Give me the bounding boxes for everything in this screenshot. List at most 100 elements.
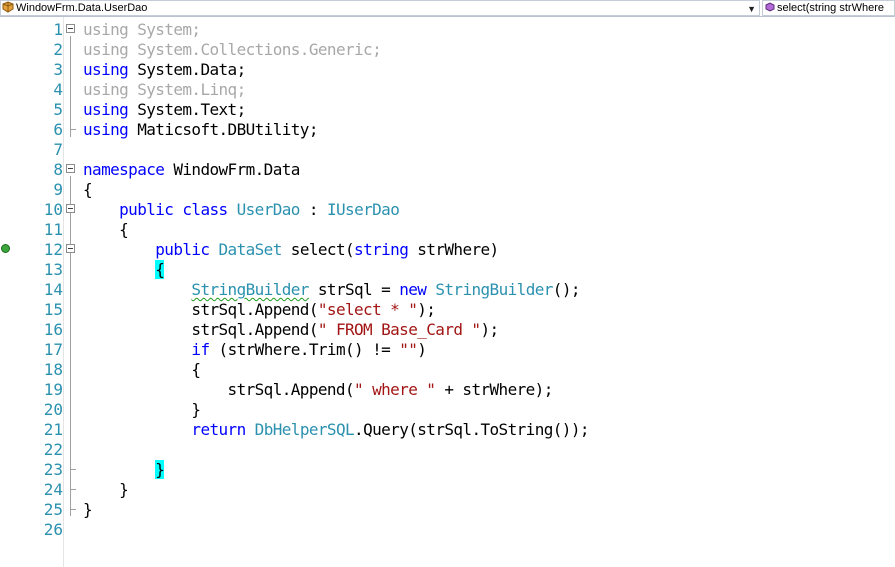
code-line-21: 21 return DbHelperSQL.Query(strSql.ToStr… bbox=[0, 420, 895, 440]
keyword-using: using bbox=[83, 120, 129, 139]
keyword-if: if bbox=[191, 340, 210, 359]
collapse-icon[interactable] bbox=[66, 164, 75, 173]
line-number: 6 bbox=[53, 120, 63, 139]
member-dropdown[interactable]: select(string strWhere bbox=[762, 0, 895, 16]
line-number: 26 bbox=[43, 520, 63, 539]
outline-tick bbox=[70, 489, 76, 490]
keyword-class: class bbox=[182, 200, 228, 219]
namespace-name: System; bbox=[137, 20, 201, 39]
code-editor[interactable]: 1 using System; 2 using System.Collectio… bbox=[0, 17, 895, 567]
code-text: using System.Linq; bbox=[83, 80, 246, 100]
parameter: strWhere) bbox=[417, 240, 499, 259]
call-end: ); bbox=[417, 300, 436, 319]
class-name: UserDao bbox=[236, 200, 301, 219]
namespace-name: WindowFrm.Data bbox=[173, 160, 300, 179]
namespace-name: System.Collections.Generic; bbox=[137, 40, 382, 59]
code-text: } bbox=[83, 500, 93, 520]
namespace-name: Maticsoft.DBUtility; bbox=[137, 120, 318, 139]
outline-end bbox=[70, 120, 76, 130]
code-text: public class UserDao : IUserDao bbox=[83, 200, 400, 220]
method-call: strSql.Append( bbox=[191, 300, 318, 319]
code-line-20: 20 } bbox=[0, 400, 895, 420]
code-line-2: 2 using System.Collections.Generic; bbox=[0, 40, 895, 60]
outline-tick bbox=[70, 469, 76, 470]
keyword-using: using bbox=[83, 40, 129, 59]
type-dbhelpersql: DbHelperSQL bbox=[254, 420, 355, 439]
collapse-icon[interactable] bbox=[66, 244, 75, 253]
code-line-9: 9 { bbox=[0, 180, 895, 200]
code-text: return DbHelperSQL.Query(strSql.ToString… bbox=[83, 420, 589, 440]
code-line-15: 15 strSql.Append("select * "); bbox=[0, 300, 895, 320]
code-line-10: 10 public class UserDao : IUserDao bbox=[0, 200, 895, 220]
call-end: ); bbox=[480, 320, 499, 339]
keyword-using: using bbox=[83, 20, 129, 39]
code-text: } bbox=[83, 460, 165, 480]
implements-interface-icon[interactable] bbox=[1, 244, 10, 253]
code-text: using System.Data; bbox=[83, 60, 246, 80]
code-text: { bbox=[83, 180, 93, 200]
interface-name: IUserDao bbox=[326, 200, 400, 219]
line-number: 1 bbox=[53, 20, 63, 39]
line-number: 22 bbox=[43, 440, 63, 459]
line-number: 25 bbox=[43, 500, 63, 519]
collapse-icon[interactable] bbox=[66, 204, 75, 213]
code-line-12: 12 public DataSet select(string strWhere… bbox=[0, 240, 895, 260]
line-number: 4 bbox=[53, 80, 63, 99]
keyword-return: return bbox=[191, 420, 246, 439]
line-number: 24 bbox=[43, 480, 63, 499]
class-dropdown[interactable]: WindowFrm.Data.UserDao ▼ bbox=[0, 0, 760, 16]
close-brace: } bbox=[83, 500, 93, 519]
line-number: 2 bbox=[53, 40, 63, 59]
line-number: 14 bbox=[43, 280, 63, 299]
keyword-new: new bbox=[399, 280, 427, 299]
collapse-icon[interactable] bbox=[66, 24, 75, 33]
code-text: StringBuilder strSql = new StringBuilder… bbox=[83, 280, 580, 300]
code-line-8: 8 namespace WindowFrm.Data bbox=[0, 160, 895, 180]
code-text: strSql.Append(" where " + strWhere); bbox=[83, 380, 554, 400]
code-line-13: 13 { bbox=[0, 260, 895, 280]
variable-decl: strSql = bbox=[317, 280, 391, 299]
string-literal: "" bbox=[399, 340, 418, 359]
line-number: 10 bbox=[43, 200, 63, 219]
code-line-24: 24 } bbox=[0, 480, 895, 500]
code-text: if (strWhere.Trim() != "") bbox=[83, 340, 427, 360]
highlighted-close-brace: } bbox=[155, 460, 165, 479]
method-call: strSql.Append( bbox=[227, 380, 355, 399]
code-line-19: 19 strSql.Append(" where " + strWhere); bbox=[0, 380, 895, 400]
code-line-14: 14 StringBuilder strSql = new StringBuil… bbox=[0, 280, 895, 300]
type-stringbuilder: StringBuilder bbox=[191, 280, 309, 299]
line-number: 20 bbox=[43, 400, 63, 419]
keyword-using: using bbox=[83, 60, 129, 79]
code-line-26: 26 bbox=[0, 520, 895, 540]
colon: : bbox=[308, 200, 319, 219]
outline-end bbox=[70, 500, 76, 510]
line-number: 11 bbox=[43, 220, 63, 239]
code-text: { bbox=[83, 220, 129, 240]
code-text: namespace WindowFrm.Data bbox=[83, 160, 300, 180]
code-text: strSql.Append(" FROM Base_Card "); bbox=[83, 320, 499, 340]
method-icon bbox=[764, 1, 776, 15]
line-number: 17 bbox=[43, 340, 63, 359]
code-line-25: 25 } bbox=[0, 500, 895, 520]
keyword-namespace: namespace bbox=[83, 160, 165, 179]
line-number: 3 bbox=[53, 60, 63, 79]
namespace-name: System.Text; bbox=[137, 100, 246, 119]
string-literal: " FROM Base_Card " bbox=[317, 320, 481, 339]
condition: (strWhere.Trim() != bbox=[218, 340, 391, 359]
keyword-string: string bbox=[354, 240, 409, 259]
line-number: 18 bbox=[43, 360, 63, 379]
open-brace: { bbox=[83, 180, 93, 199]
line-number: 8 bbox=[53, 160, 63, 179]
code-line-6: 6 using Maticsoft.DBUtility; bbox=[0, 120, 895, 140]
line-number: 13 bbox=[43, 260, 63, 279]
method-call: strSql.Append( bbox=[191, 320, 318, 339]
code-line-17: 17 if (strWhere.Trim() != "") bbox=[0, 340, 895, 360]
code-line-3: 3 using System.Data; bbox=[0, 60, 895, 80]
chevron-down-icon[interactable]: ▼ bbox=[747, 2, 756, 15]
keyword-using: using bbox=[83, 100, 129, 119]
code-text: public DataSet select(string strWhere) bbox=[83, 240, 499, 260]
keyword-public: public bbox=[119, 200, 174, 219]
code-line-11: 11 { bbox=[0, 220, 895, 240]
keyword-using: using bbox=[83, 80, 129, 99]
line-number: 5 bbox=[53, 100, 63, 119]
